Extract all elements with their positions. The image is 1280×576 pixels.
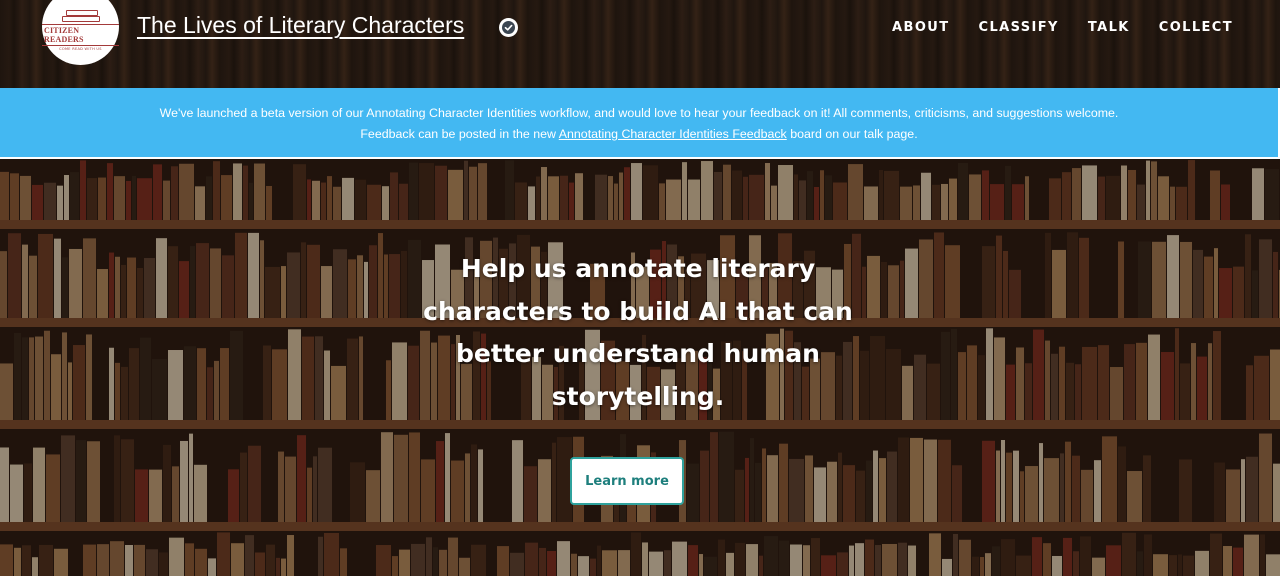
- book-stack-icon: [56, 10, 106, 22]
- project-logo[interactable]: CITIZEN READERS COME READ WITH US: [42, 0, 119, 65]
- announcement-text-before: Feedback can be posted in the new: [360, 127, 559, 141]
- hero-heading: Help us annotate literary characters to …: [423, 254, 853, 411]
- announcement-line-1: We've launched a beta version of our Ann…: [159, 106, 1119, 120]
- nav-collect[interactable]: COLLECT: [1159, 20, 1233, 35]
- nav-about[interactable]: ABOUT: [892, 20, 949, 35]
- announcement-banner: We've launched a beta version of our Ann…: [0, 88, 1280, 159]
- project-title[interactable]: The Lives of Literary Characters: [137, 12, 464, 39]
- verified-check-icon: [499, 18, 518, 37]
- nav-classify[interactable]: CLASSIFY: [979, 20, 1059, 35]
- learn-more-button[interactable]: Learn more: [570, 457, 684, 505]
- feedback-board-link[interactable]: Annotating Character Identities Feedback: [559, 127, 787, 141]
- logo-subtext: COME READ WITH US: [59, 47, 102, 51]
- announcement-line-2: Feedback can be posted in the new Annota…: [0, 124, 1278, 145]
- nav-talk[interactable]: TALK: [1088, 20, 1130, 35]
- announcement-text-after: board on our talk page.: [786, 127, 918, 141]
- site-header: CITIZEN READERS COME READ WITH US The Li…: [0, 0, 1280, 88]
- hero-section: Help us annotate literary characters to …: [0, 160, 1280, 576]
- project-nav: ABOUT CLASSIFY TALK COLLECT: [892, 20, 1233, 35]
- logo-text: CITIZEN READERS: [42, 24, 119, 46]
